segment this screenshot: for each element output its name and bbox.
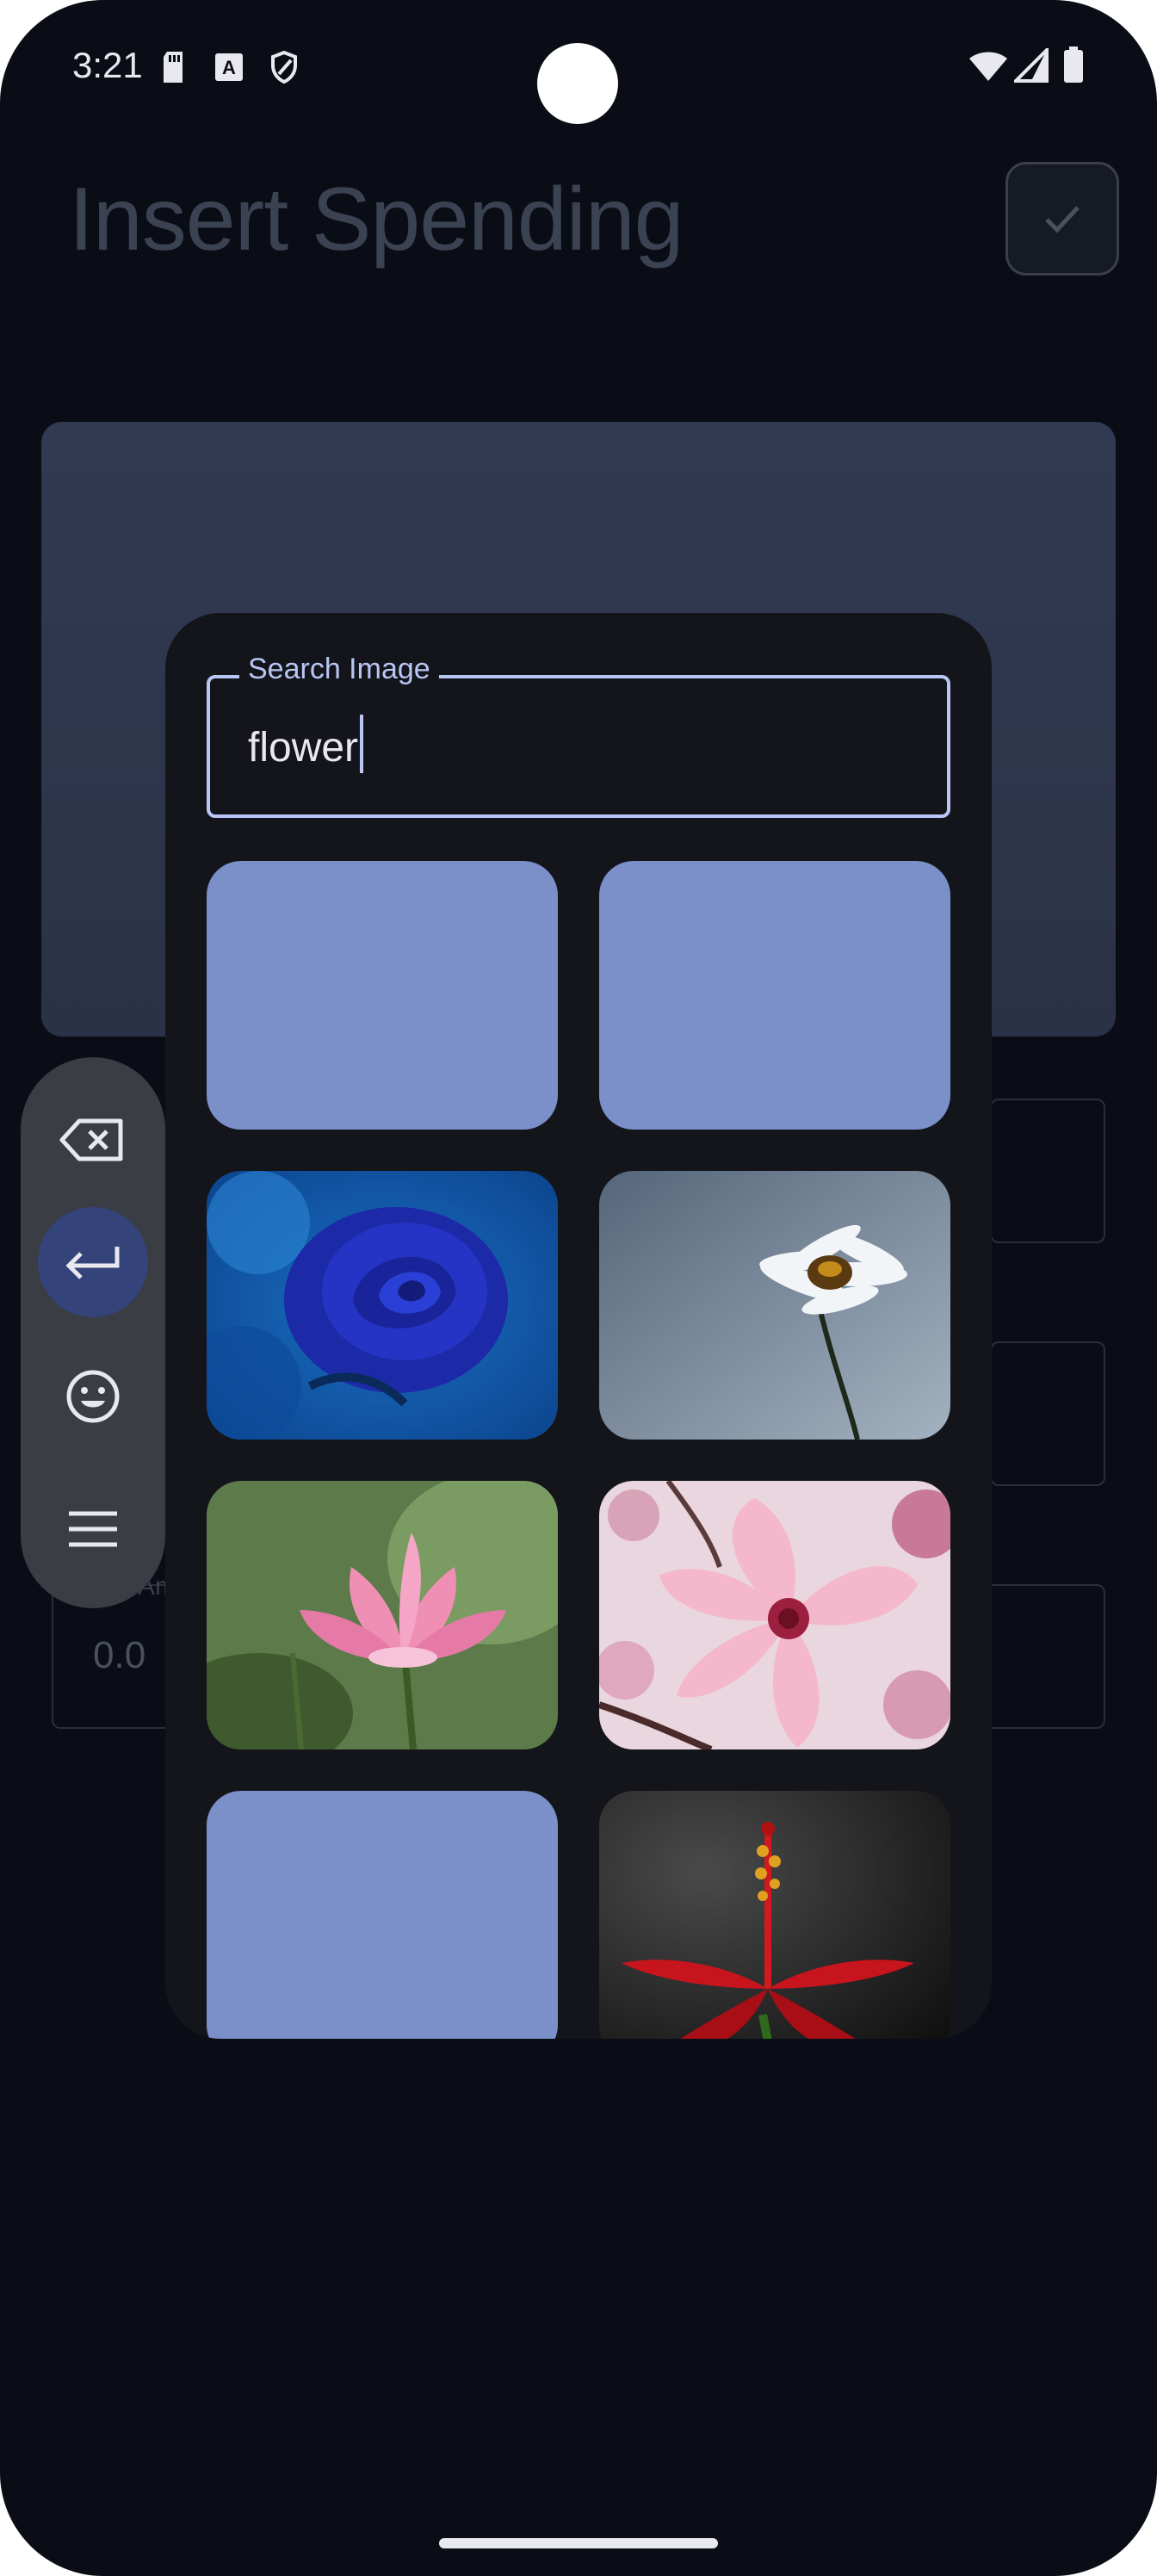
front-camera (537, 43, 618, 124)
image-result-1[interactable] (207, 861, 558, 1130)
form-field-2[interactable] (990, 1341, 1105, 1486)
svg-text:A: A (222, 57, 236, 78)
enter-button[interactable] (38, 1207, 148, 1317)
image-result-pink-blossom[interactable] (599, 1481, 950, 1749)
menu-button[interactable] (38, 1474, 148, 1584)
image-result-white-daisy[interactable] (599, 1171, 950, 1440)
enter-icon (65, 1247, 120, 1279)
home-indicator[interactable] (439, 2538, 718, 2548)
wifi-icon (968, 48, 1009, 87)
phone-screen: 3:21 A Insert Spending Amount 0.0 (0, 0, 1157, 2576)
check-icon (1045, 206, 1080, 233)
image-result-red-hibiscus[interactable] (599, 1791, 950, 2039)
status-time: 3:21 (72, 45, 143, 85)
signal-icon (1012, 46, 1049, 87)
keyboard-a-icon: A (213, 50, 244, 89)
search-image-value: flower (248, 725, 359, 771)
shield-icon (269, 50, 300, 89)
form-field-1[interactable] (990, 1099, 1105, 1243)
backspace-icon (59, 1118, 123, 1161)
backspace-button[interactable] (38, 1085, 148, 1195)
image-result-2[interactable] (599, 861, 950, 1130)
emoji-button[interactable] (38, 1341, 148, 1452)
sd-card-icon (160, 50, 186, 89)
menu-icon (69, 1511, 117, 1547)
image-result-7[interactable] (207, 1791, 558, 2039)
search-image-label: Search Image (239, 653, 439, 686)
confirm-button[interactable] (1005, 162, 1119, 276)
image-result-blue-rose[interactable] (207, 1171, 558, 1440)
text-cursor (360, 715, 364, 773)
battery-icon (1062, 46, 1085, 89)
keyboard-toolbar (21, 1057, 165, 1608)
emoji-icon (66, 1370, 120, 1423)
amount-field-value: 0.0 (93, 1634, 146, 1676)
search-image-dialog: Search Image flower (165, 613, 992, 2039)
search-image-input[interactable]: flower (248, 715, 364, 773)
page-title: Insert Spending (69, 170, 684, 269)
image-result-pink-lotus[interactable] (207, 1481, 558, 1749)
